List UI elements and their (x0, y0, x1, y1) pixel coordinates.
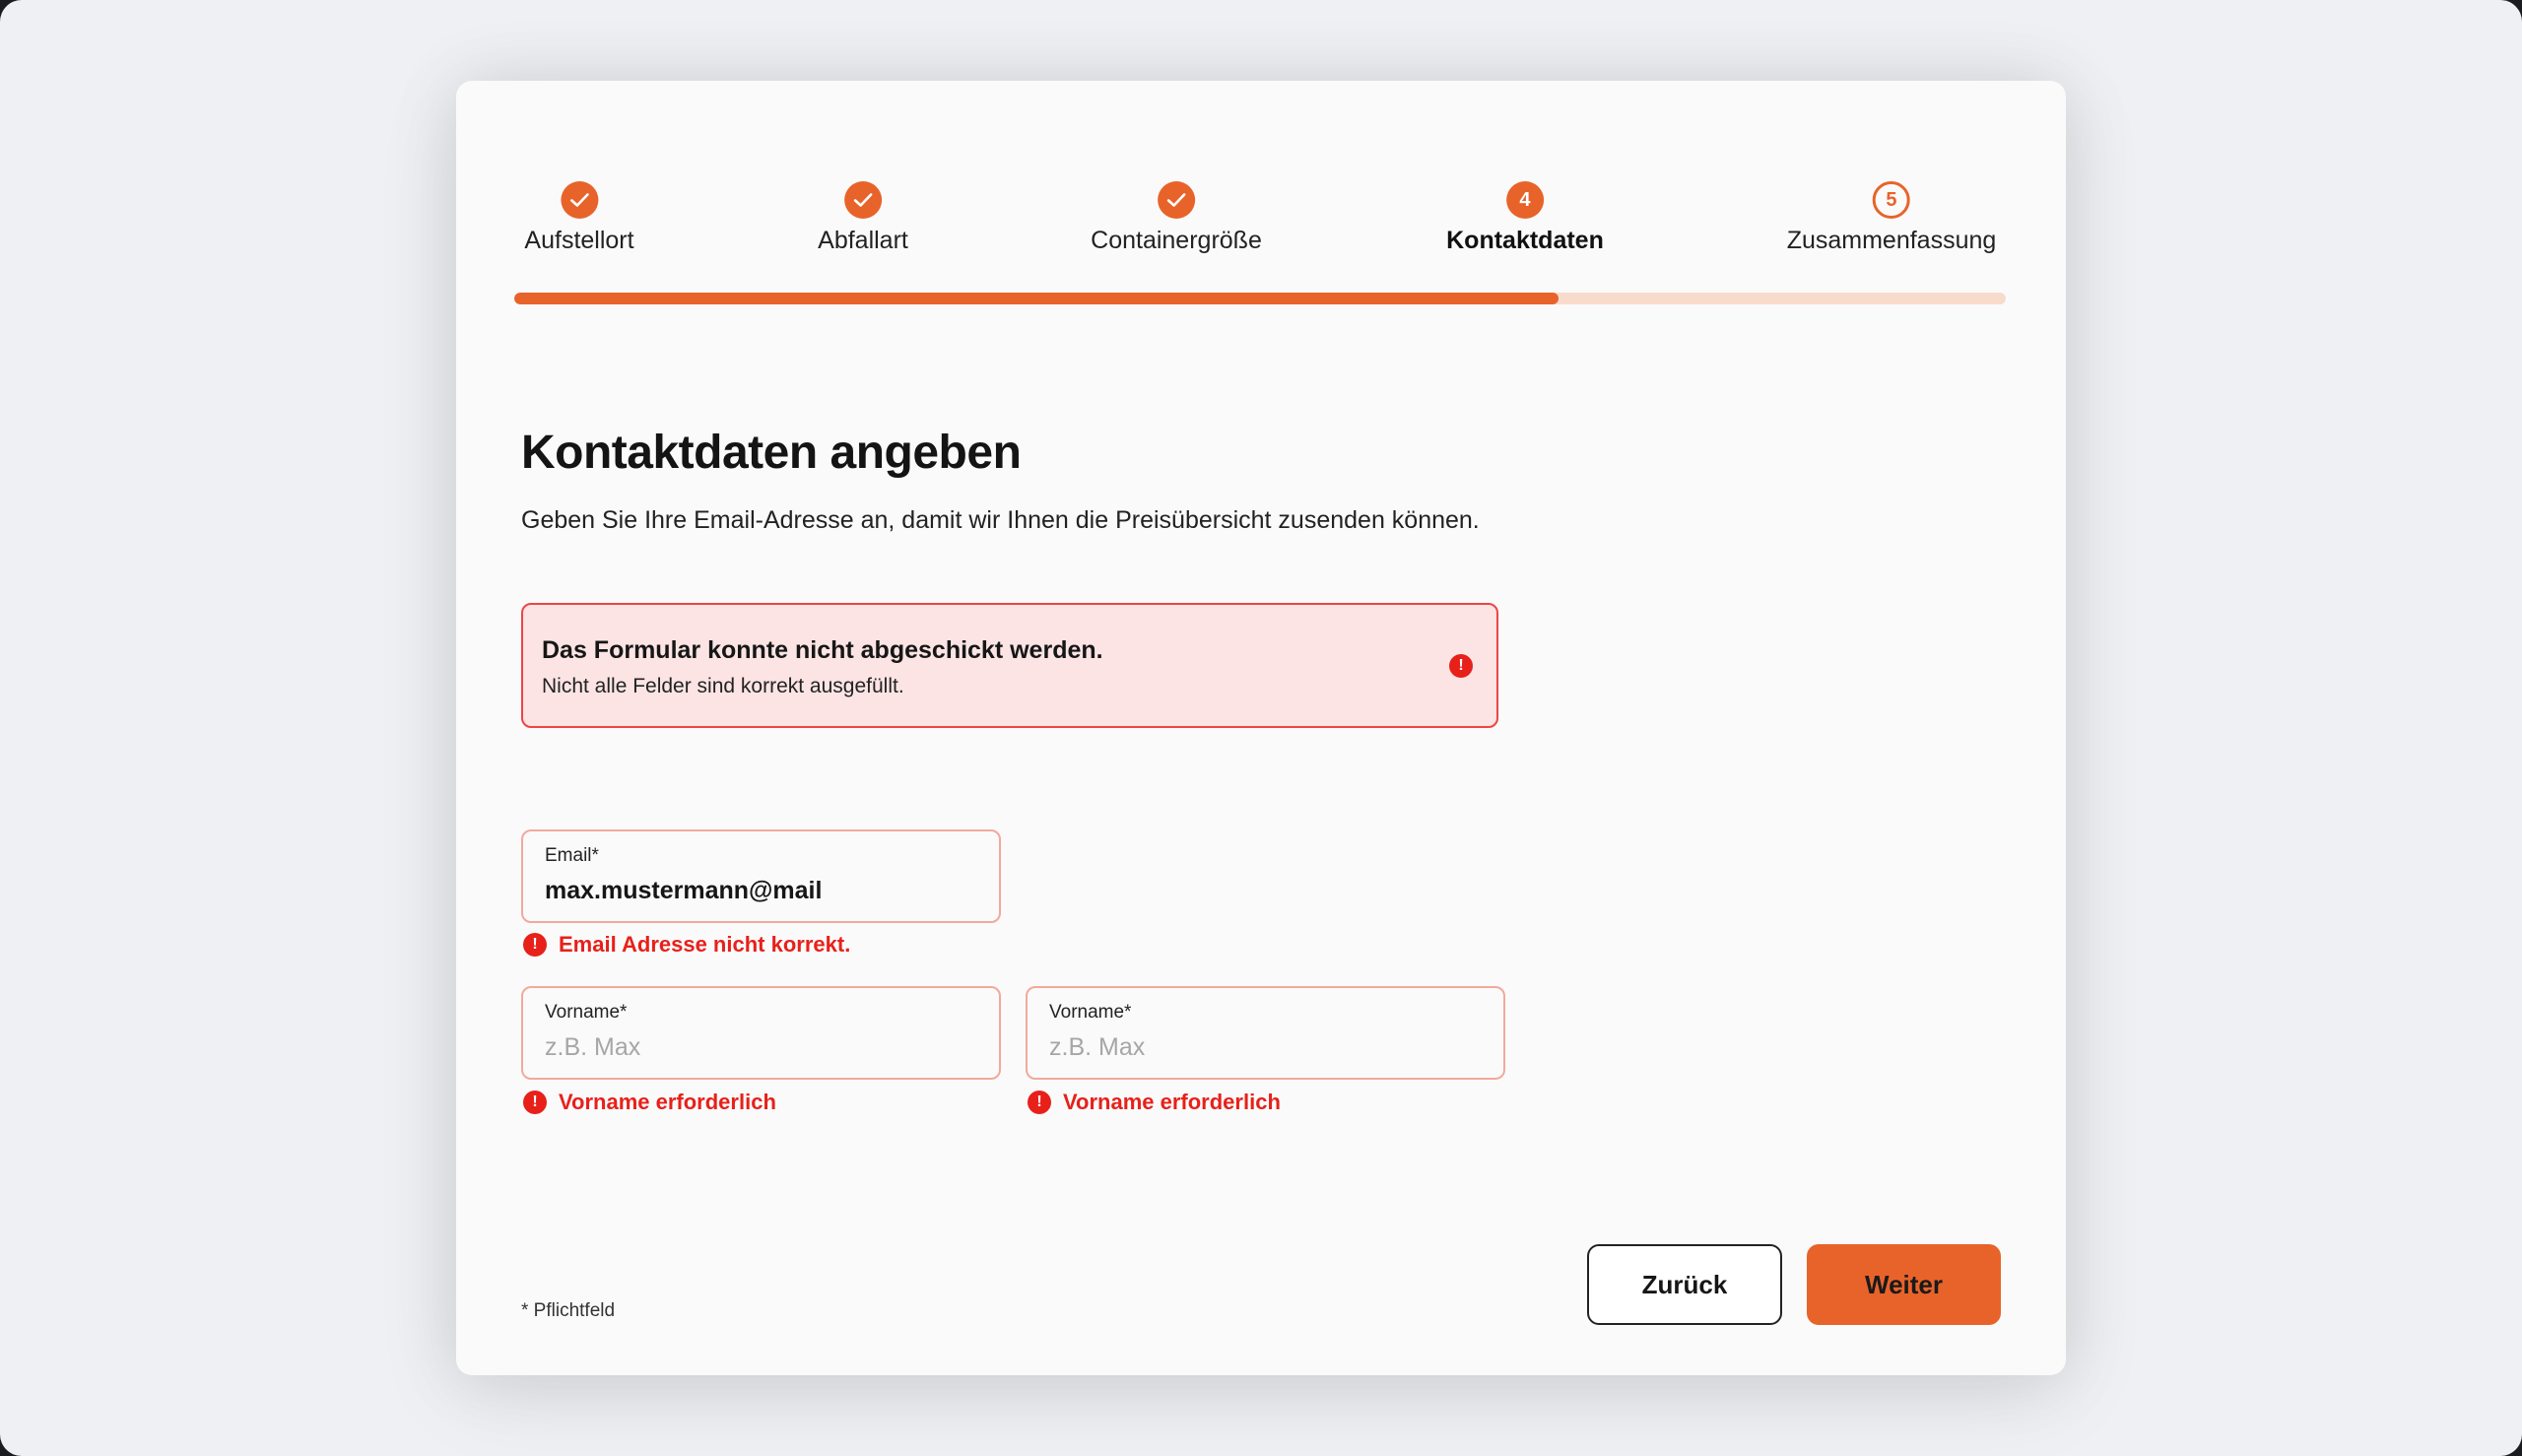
alert-icon: ! (523, 1091, 547, 1114)
progress-bar (514, 293, 2006, 304)
firstname-error-text: Vorname erforderlich (1063, 1090, 1281, 1114)
step-label: Kontaktdaten (1446, 227, 1604, 254)
check-icon (1158, 181, 1195, 219)
step-abfallart[interactable]: Abfallart (818, 181, 908, 255)
step-number: 5 (1886, 189, 1897, 211)
email-error: ! Email Adresse nicht korrekt. (523, 932, 850, 958)
email-error-text: Email Adresse nicht korrekt. (559, 932, 851, 957)
step-label: Zusammenfassung (1786, 227, 1997, 254)
email-field[interactable]: Email* (521, 829, 1001, 923)
back-button[interactable]: Zurück (1587, 1244, 1782, 1325)
page-subtitle: Geben Sie Ihre Email-Adresse an, damit w… (521, 506, 1480, 534)
app-screen: Aufstellort Abfallart Containergröße 4 K… (0, 0, 2522, 1456)
step-label: Aufstellort (524, 227, 634, 254)
firstname-error-2: ! Vorname erforderlich (1028, 1090, 1281, 1115)
step-kontaktdaten[interactable]: 4 Kontaktdaten (1446, 181, 1604, 255)
firstname-field-label: Vorname* (1049, 1002, 1132, 1023)
form-error-banner: Das Formular konnte nicht abgeschickt we… (521, 603, 1498, 728)
form-card: Aufstellort Abfallart Containergröße 4 K… (456, 81, 2066, 1375)
firstname-field-2[interactable]: Vorname* (1026, 986, 1505, 1080)
step-label: Abfallart (818, 227, 908, 254)
error-banner-text: Nicht alle Felder sind korrekt ausgefüll… (542, 675, 904, 697)
step-number-badge: 5 (1872, 181, 1910, 219)
progress-bar-fill (514, 293, 1559, 304)
step-label: Containergröße (1091, 227, 1262, 254)
step-zusammenfassung[interactable]: 5 Zusammenfassung (1786, 181, 1997, 255)
step-number-badge: 4 (1505, 181, 1544, 219)
email-input[interactable] (545, 877, 978, 905)
alert-icon: ! (1028, 1091, 1051, 1114)
step-aufstellort[interactable]: Aufstellort (524, 181, 634, 255)
email-field-label: Email* (545, 845, 599, 866)
page-title: Kontaktdaten angeben (521, 427, 1022, 479)
firstname-error: ! Vorname erforderlich (523, 1090, 776, 1115)
firstname-error-text: Vorname erforderlich (559, 1090, 776, 1114)
firstname-field-label: Vorname* (545, 1002, 628, 1023)
step-containergroesse[interactable]: Containergröße (1091, 181, 1262, 255)
alert-icon: ! (523, 933, 547, 957)
firstname-input[interactable] (545, 1033, 978, 1062)
error-banner-title: Das Formular konnte nicht abgeschickt we… (542, 636, 1103, 664)
check-icon (560, 181, 598, 219)
check-icon (844, 181, 882, 219)
next-button[interactable]: Weiter (1807, 1244, 2001, 1325)
firstname-field[interactable]: Vorname* (521, 986, 1001, 1080)
required-field-note: * Pflichtfeld (521, 1300, 616, 1321)
firstname-input-2[interactable] (1049, 1033, 1483, 1062)
alert-icon: ! (1449, 654, 1473, 678)
step-number: 4 (1519, 189, 1531, 211)
